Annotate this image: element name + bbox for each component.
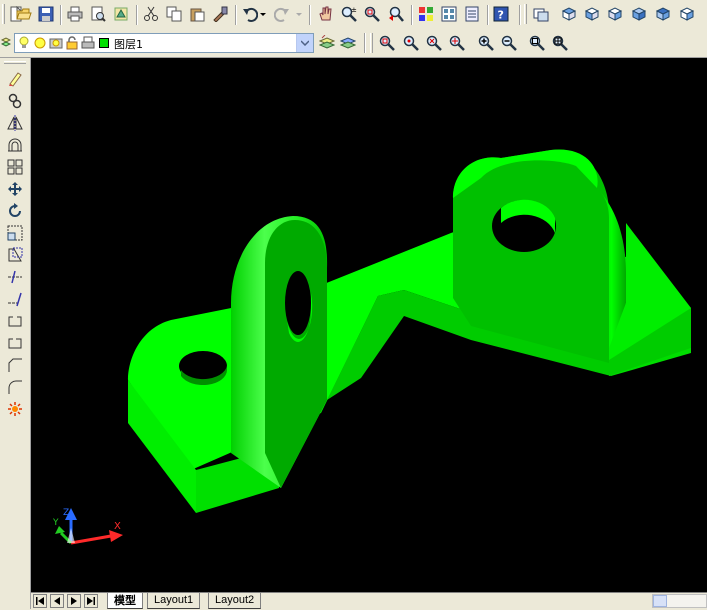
- view-top-icon[interactable]: [559, 4, 579, 24]
- layer-viewport-freeze-icon[interactable]: [49, 36, 63, 50]
- trim-icon[interactable]: [5, 267, 25, 287]
- layout-tab-bar: 模型 Layout1 Layout2: [31, 592, 707, 610]
- move-icon[interactable]: [5, 179, 25, 199]
- zoom-window-icon[interactable]: [377, 33, 397, 53]
- left-boss-side: [265, 220, 327, 488]
- scrollbar-thumb[interactable]: [653, 595, 667, 607]
- zoom-all-icon[interactable]: [527, 33, 547, 53]
- zoom-previous-icon[interactable]: [386, 4, 406, 24]
- layer-previous-icon[interactable]: [338, 33, 358, 53]
- ucs-y-label: Y: [52, 518, 59, 528]
- design-center-icon[interactable]: [439, 4, 459, 24]
- chevron-down-icon[interactable]: [296, 34, 313, 52]
- explode-icon[interactable]: [5, 399, 25, 419]
- zoom-dynamic-icon[interactable]: [401, 33, 421, 53]
- break-at-point-icon[interactable]: [5, 333, 25, 353]
- break-icon[interactable]: [5, 311, 25, 331]
- redo-dropdown-icon[interactable]: [294, 4, 304, 24]
- redo-icon[interactable]: [272, 4, 292, 24]
- ucs-z-label: Z: [63, 508, 69, 518]
- zoom-center-icon[interactable]: [447, 33, 467, 53]
- undo-dropdown-icon[interactable]: [258, 4, 268, 24]
- mirror-icon[interactable]: [5, 113, 25, 133]
- erase-icon[interactable]: [5, 69, 25, 89]
- layer-thaw-sun-icon[interactable]: [33, 36, 47, 50]
- make-object-layer-current-icon[interactable]: [317, 33, 337, 53]
- layer-on-bulb-icon[interactable]: [18, 36, 30, 50]
- svg-text:?: ?: [498, 9, 504, 22]
- pan-icon[interactable]: [315, 4, 335, 24]
- view-iso-2-icon[interactable]: [653, 4, 673, 24]
- array-icon[interactable]: [5, 157, 25, 177]
- print-preview-icon[interactable]: [88, 4, 108, 24]
- fillet-icon[interactable]: [5, 377, 25, 397]
- previous-tab-icon[interactable]: [50, 594, 64, 608]
- layer-manager-icon[interactable]: [0, 33, 12, 53]
- copy-object-icon[interactable]: [5, 91, 25, 111]
- next-tab-icon[interactable]: [67, 594, 81, 608]
- stretch-icon[interactable]: [5, 245, 25, 265]
- left-boss-hole: [285, 271, 311, 335]
- open-icon[interactable]: [14, 4, 34, 24]
- copy-icon[interactable]: [164, 4, 184, 24]
- offset-icon[interactable]: [5, 135, 25, 155]
- layer-dropdown[interactable]: 图层1: [14, 33, 314, 53]
- zoom-window-icon[interactable]: [362, 4, 382, 24]
- first-tab-icon[interactable]: [33, 594, 47, 608]
- view-left-icon[interactable]: [605, 4, 625, 24]
- layer-plot-icon[interactable]: [81, 36, 95, 50]
- publish-icon[interactable]: [111, 4, 131, 24]
- layer-name: 图层1: [114, 38, 143, 51]
- bracket-model: [128, 149, 691, 513]
- undo-icon[interactable]: [240, 4, 260, 24]
- horizontal-scrollbar[interactable]: [652, 594, 707, 608]
- paste-icon[interactable]: [187, 4, 207, 24]
- modify-toolbar: [0, 58, 31, 609]
- tab-layout1[interactable]: Layout1: [147, 593, 201, 609]
- named-views-icon[interactable]: [531, 4, 551, 24]
- tool-palettes-icon[interactable]: [462, 4, 482, 24]
- save-icon[interactable]: [36, 4, 56, 24]
- 3d-model-canvas: X Z Y: [52, 149, 691, 545]
- layer-lock-icon[interactable]: [65, 36, 79, 50]
- extend-icon[interactable]: [5, 289, 25, 309]
- tab-model[interactable]: 模型: [107, 593, 143, 609]
- toolbar-grip[interactable]: [2, 4, 5, 24]
- print-icon[interactable]: [65, 4, 85, 24]
- svg-text:±: ±: [351, 6, 357, 14]
- zoom-extents-icon[interactable]: [550, 33, 570, 53]
- last-tab-icon[interactable]: [84, 594, 98, 608]
- cut-icon[interactable]: [141, 4, 161, 24]
- chamfer-icon[interactable]: [5, 355, 25, 375]
- help-icon[interactable]: ?: [491, 4, 511, 24]
- view-iso-icon[interactable]: [629, 4, 649, 24]
- zoom-scale-icon[interactable]: [424, 33, 444, 53]
- toolbar-grip[interactable]: [4, 61, 26, 64]
- match-properties-icon[interactable]: [210, 4, 230, 24]
- layer-color-swatch: [99, 38, 109, 48]
- model-viewport[interactable]: X Z Y: [31, 58, 707, 592]
- view-front-icon[interactable]: [582, 4, 602, 24]
- properties-icon[interactable]: [416, 4, 436, 24]
- view-iso-3-icon[interactable]: [677, 4, 697, 24]
- zoom-realtime-icon[interactable]: ±: [339, 4, 359, 24]
- scale-icon[interactable]: [5, 223, 25, 243]
- zoom-in-icon[interactable]: [476, 33, 496, 53]
- ucs-x-label: X: [114, 521, 121, 532]
- tab-layout2[interactable]: Layout2: [208, 593, 262, 609]
- zoom-out-icon[interactable]: [499, 33, 519, 53]
- standard-toolbar: ± ?: [0, 0, 707, 31]
- rotate-icon[interactable]: [5, 201, 25, 221]
